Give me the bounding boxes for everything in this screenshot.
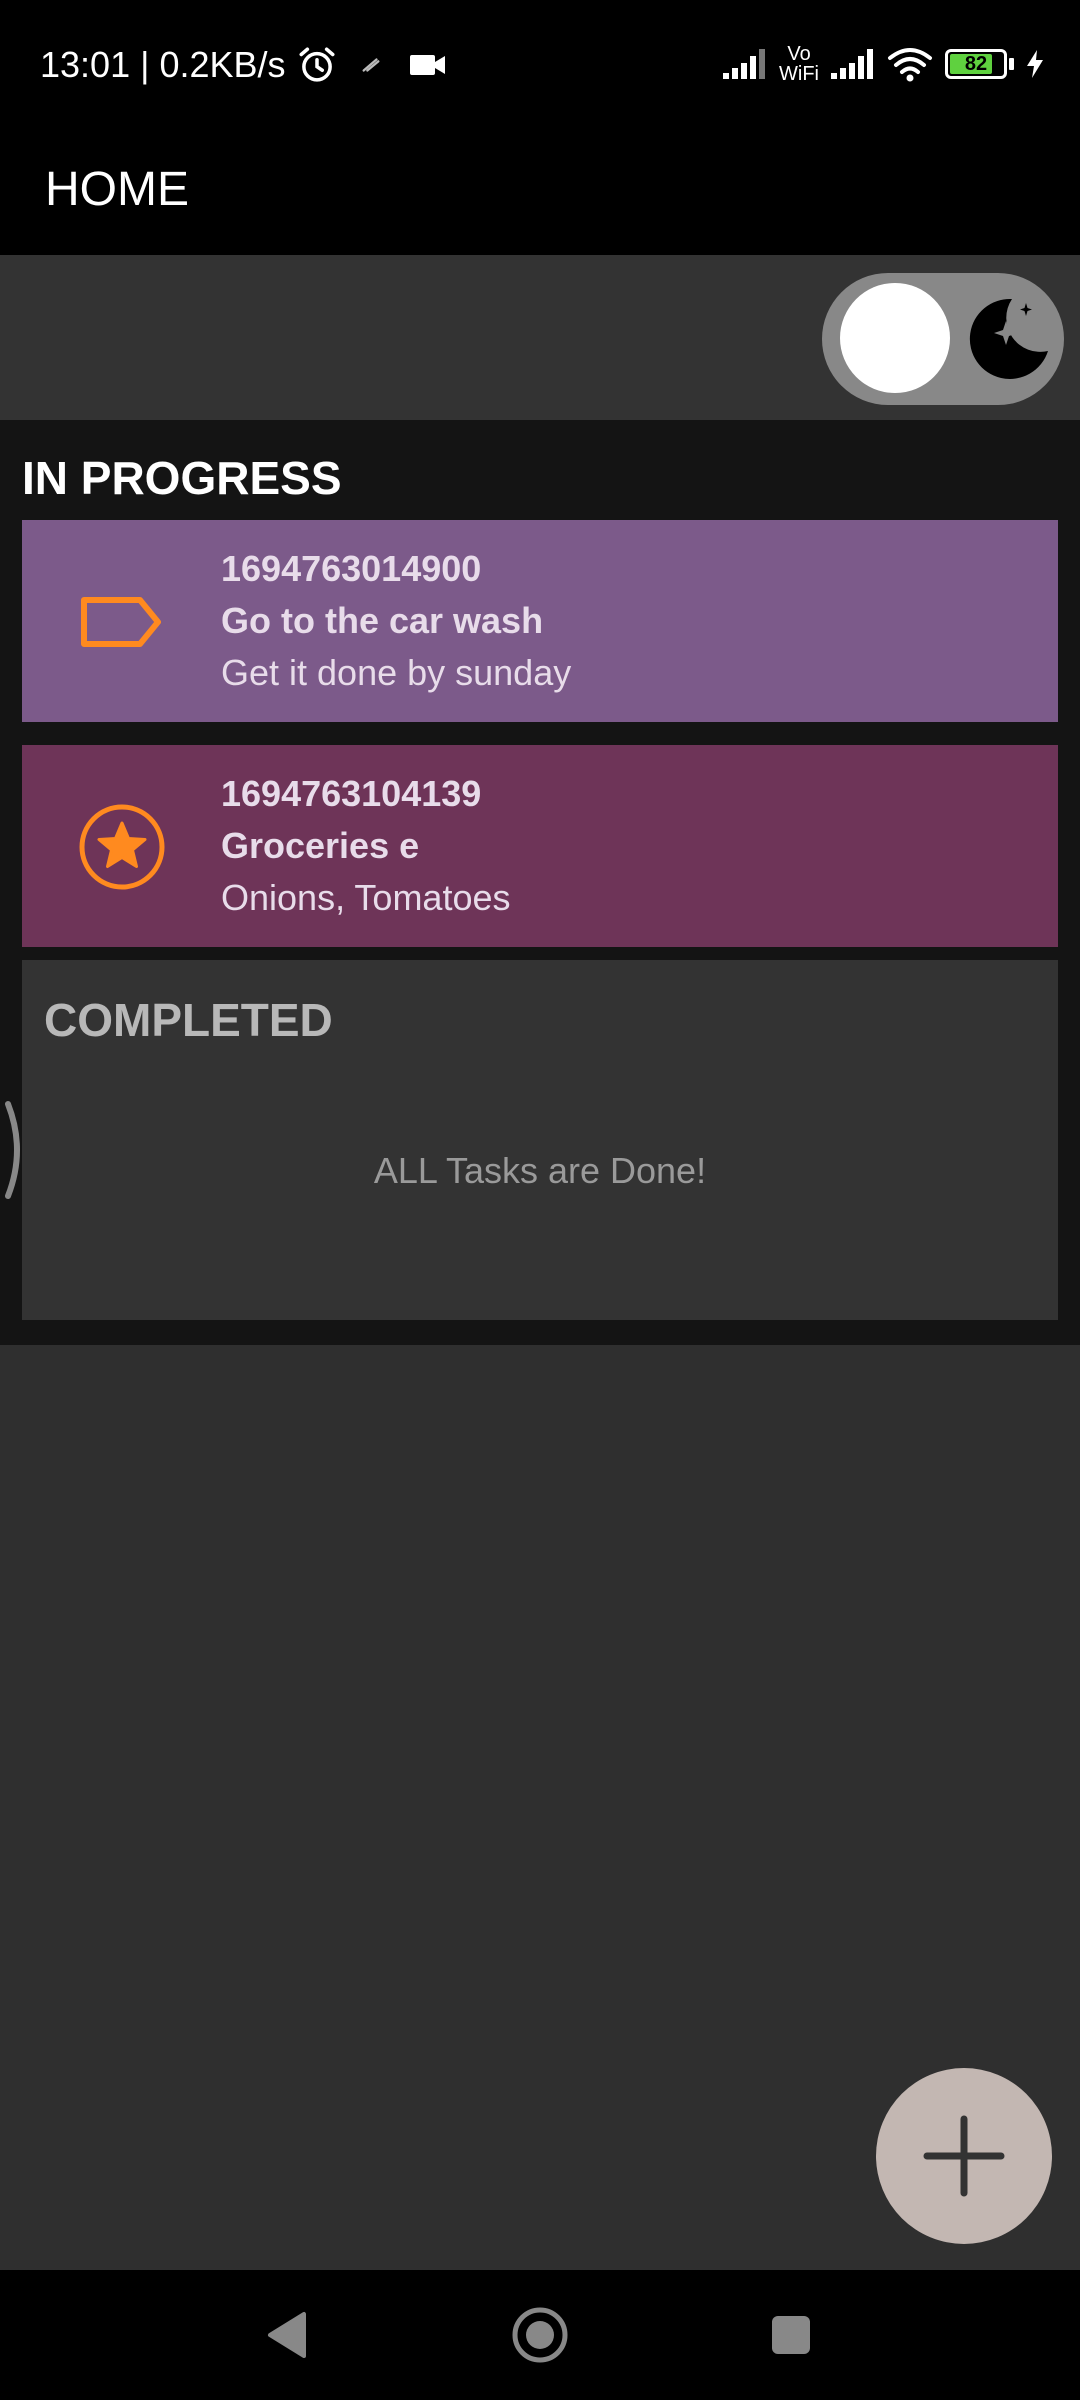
task-title: Groceries e xyxy=(221,825,420,866)
status-left: 13:01 | 0.2KB/s xyxy=(40,38,448,92)
status-time-speed: 13:01 | 0.2KB/s xyxy=(40,44,286,85)
signal-icon xyxy=(721,47,769,81)
home-button[interactable] xyxy=(505,2300,575,2370)
nfc-icon xyxy=(360,38,382,92)
theme-toggle-strip xyxy=(0,255,1080,420)
completed-empty-message: ALL Tasks are Done! xyxy=(373,1150,707,1191)
signal-icon xyxy=(829,47,877,81)
battery-icon: 82 xyxy=(945,49,1007,79)
battery-cap xyxy=(1009,58,1014,70)
app-bar: HOME xyxy=(0,125,1080,255)
star-circle-icon xyxy=(79,804,165,890)
completed-title: COMPLETED xyxy=(44,994,333,1046)
battery-level: 82 xyxy=(964,53,988,75)
task-panel: IN PROGRESS 1694763014900 Go to the car … xyxy=(0,420,1080,1345)
back-button[interactable] xyxy=(252,2300,322,2370)
in-progress-title: IN PROGRESS xyxy=(22,452,342,504)
moon-stars-icon xyxy=(969,298,1048,379)
alarm-icon xyxy=(296,38,338,92)
tag-icon xyxy=(81,597,161,647)
back-gesture-handle xyxy=(5,1101,20,1199)
video-icon xyxy=(408,38,448,92)
task-title: Go to the car wash xyxy=(221,600,544,641)
volte-wifi-icon: Vo WiFi xyxy=(779,43,819,85)
recents-icon xyxy=(772,2316,810,2354)
task-card[interactable]: 1694763104139 Groceries e Onions, Tomato… xyxy=(22,745,1058,947)
task-description: Onions, Tomatoes xyxy=(221,877,511,918)
task-description: Get it done by sunday xyxy=(221,652,572,693)
page-title: HOME xyxy=(45,163,189,216)
add-task-button[interactable] xyxy=(876,2068,1052,2244)
home-icon xyxy=(512,2307,568,2363)
task-id: 1694763104139 xyxy=(221,773,482,814)
charging-icon xyxy=(1024,48,1046,80)
dark-mode-toggle[interactable] xyxy=(822,273,1064,405)
task-card[interactable]: 1694763014900 Go to the car wash Get it … xyxy=(22,520,1058,722)
plus-icon xyxy=(923,2115,1005,2197)
recents-button[interactable] xyxy=(756,2300,826,2370)
screen: 13:01 | 0.2KB/s Vo WiFi 82 HOME IN PROGR… xyxy=(0,0,1080,2400)
toggle-knob[interactable] xyxy=(840,283,950,393)
completed-section: COMPLETED ALL Tasks are Done! xyxy=(22,960,1058,1320)
status-right: Vo WiFi 82 xyxy=(711,36,1046,92)
wifi-icon xyxy=(887,46,933,82)
system-nav-bar xyxy=(0,2270,1080,2400)
back-icon xyxy=(268,2312,306,2358)
status-bar: 13:01 | 0.2KB/s Vo WiFi 82 xyxy=(0,0,1080,125)
task-id: 1694763014900 xyxy=(221,548,482,589)
